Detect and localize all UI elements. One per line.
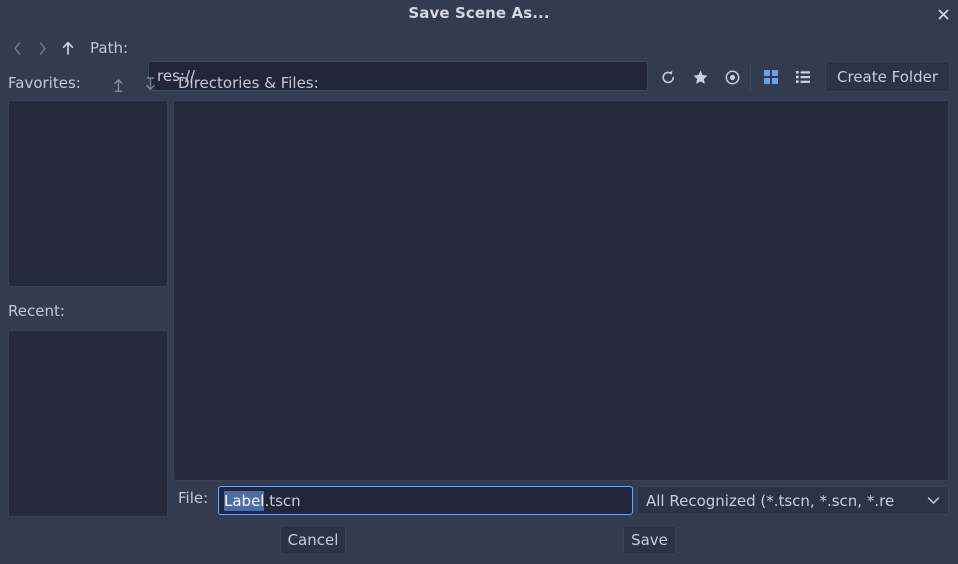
toolbar-separator	[750, 63, 751, 91]
path-label: Path:	[90, 39, 129, 57]
cancel-button[interactable]: Cancel	[280, 525, 346, 555]
chevron-right-icon[interactable]	[29, 32, 55, 64]
arrow-up-bar-icon[interactable]	[108, 74, 128, 94]
file-list[interactable]	[173, 100, 949, 481]
save-button[interactable]: Save	[623, 525, 676, 555]
title-bar: Save Scene As...	[0, 0, 958, 27]
favorites-list[interactable]	[8, 100, 168, 287]
recent-list[interactable]	[8, 330, 168, 517]
file-filter-dropdown[interactable]: All Recognized (*.tscn, *.scn, *.re	[637, 486, 949, 515]
file-label: File:	[178, 489, 209, 507]
create-folder-button[interactable]: Create Folder	[825, 61, 950, 92]
file-name-input[interactable]: Label .tscn	[218, 486, 633, 515]
eye-icon[interactable]	[719, 64, 745, 90]
file-filter-value: All Recognized (*.tscn, *.scn, *.re	[646, 491, 895, 510]
chevron-down-icon	[927, 496, 940, 505]
favorites-label: Favorites:	[8, 74, 81, 92]
recent-label: Recent:	[8, 302, 65, 320]
file-name-selected-text: Label	[224, 490, 265, 511]
chevron-left-icon[interactable]	[4, 32, 30, 64]
directories-files-label: Directories & Files:	[178, 74, 319, 92]
star-icon[interactable]	[687, 64, 713, 90]
grid-view-icon[interactable]	[758, 64, 784, 90]
list-view-icon[interactable]	[790, 64, 816, 90]
refresh-icon[interactable]	[655, 64, 681, 90]
close-icon[interactable]	[932, 3, 954, 25]
file-name-extension-text: .tscn	[264, 491, 301, 510]
path-toolbar: Path: res:// Create Folder	[0, 28, 958, 92]
arrow-up-icon[interactable]	[55, 32, 81, 64]
arrow-down-bar-icon[interactable]	[140, 74, 160, 94]
window-title: Save Scene As...	[408, 4, 550, 22]
